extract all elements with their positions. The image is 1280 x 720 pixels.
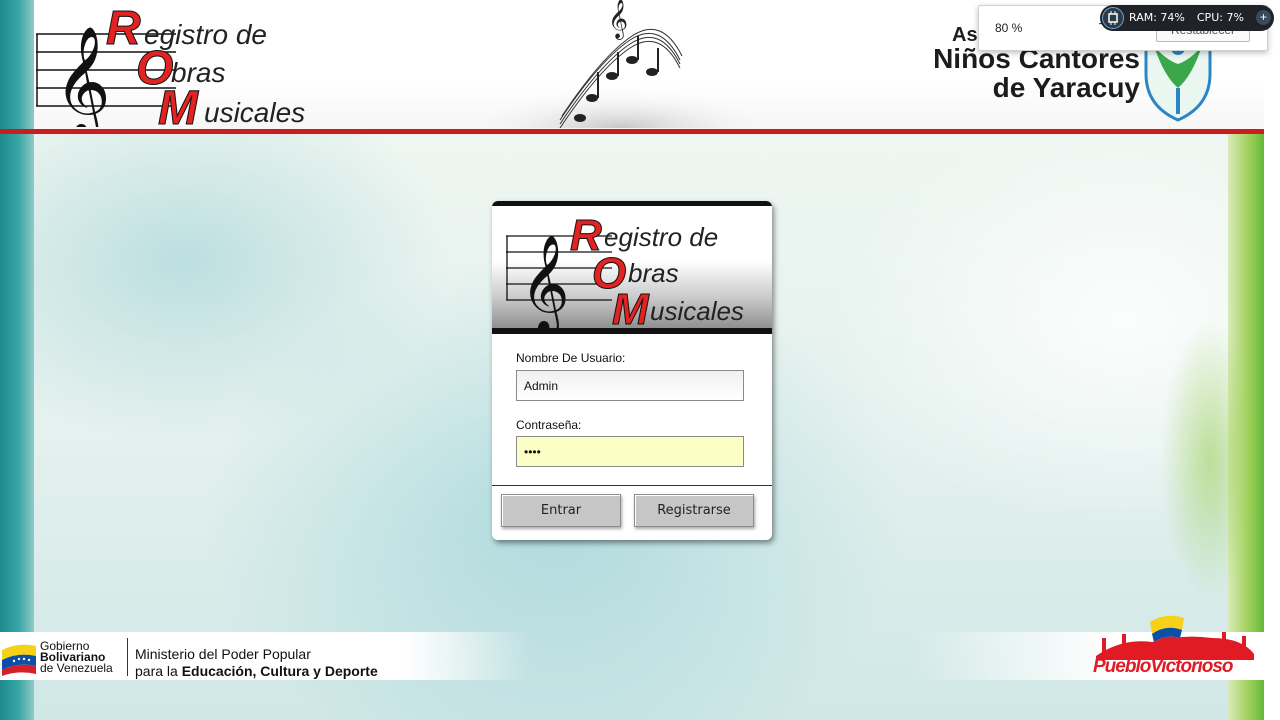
pueblo-victorioso-text: PuebloVictorioso <box>1093 656 1234 677</box>
rom-header-line1: egistro de <box>144 19 267 50</box>
footer-separator <box>127 638 128 676</box>
login-divider <box>492 485 772 486</box>
login-panel: 𝄞 R O M egistro de bras usicales Nombre … <box>492 201 772 540</box>
login-rom-letter-m: M <box>612 285 650 329</box>
music-notes-decoration: 𝄞 <box>480 0 760 128</box>
ram-usage: RAM: 74% <box>1129 11 1185 24</box>
rom-header-line3: usicales <box>204 97 305 127</box>
login-logo: 𝄞 R O M egistro de bras usicales <box>492 206 772 336</box>
site-footer: Gobierno Bolivariano de Venezuela Minist… <box>0 615 1264 680</box>
login-logo-divider <box>492 328 772 334</box>
memory-chip-icon <box>1102 7 1124 29</box>
password-input[interactable] <box>516 436 744 467</box>
ministry-line2-prefix: para la <box>135 663 182 679</box>
widget-expand-button[interactable]: + <box>1256 10 1271 25</box>
cpu-usage: CPU: 7% <box>1196 11 1244 24</box>
login-button[interactable]: Entrar <box>501 494 621 527</box>
header-red-line <box>0 129 1264 134</box>
login-treble-clef-icon: 𝄞 <box>520 234 570 329</box>
rom-letter-m: M <box>158 82 199 127</box>
svg-text:𝄞: 𝄞 <box>608 0 628 40</box>
register-button[interactable]: Registrarse <box>634 494 754 527</box>
system-monitor-widget[interactable]: RAM: 74% CPU: 7% + <box>1100 5 1274 31</box>
background-right-edge <box>1264 0 1280 720</box>
login-logo-line1: egistro de <box>604 222 718 252</box>
association-line3: de Yaracuy <box>992 72 1140 103</box>
treble-clef-icon: 𝄞 <box>54 25 111 127</box>
ministry-line2-bold: Educación, Cultura y Deporte <box>181 663 378 679</box>
system-stats: RAM: 74% CPU: 7% <box>1129 11 1256 24</box>
venezuela-flag-icon <box>2 644 36 676</box>
rom-header-logo: 𝄞 R O M egistro de bras usicales <box>36 2 305 127</box>
association-line1: As <box>952 24 978 46</box>
background-left-stripe <box>0 0 34 720</box>
login-logo-line3: usicales <box>650 296 744 326</box>
gob-line3: de Venezuela <box>40 661 113 675</box>
ministry-line1: Ministerio del Poder Popular <box>135 646 311 662</box>
ministry-text: Ministerio del Poder Popular para la Edu… <box>135 646 378 680</box>
zoom-level: 80 % <box>995 21 1023 35</box>
password-label: Contraseña: <box>516 418 582 432</box>
rom-header-line2: bras <box>171 57 225 88</box>
username-label: Nombre De Usuario: <box>516 351 626 365</box>
login-logo-line2: bras <box>628 258 679 288</box>
government-text: Gobierno Bolivariano de Venezuela <box>40 640 113 675</box>
username-input[interactable] <box>516 370 744 401</box>
